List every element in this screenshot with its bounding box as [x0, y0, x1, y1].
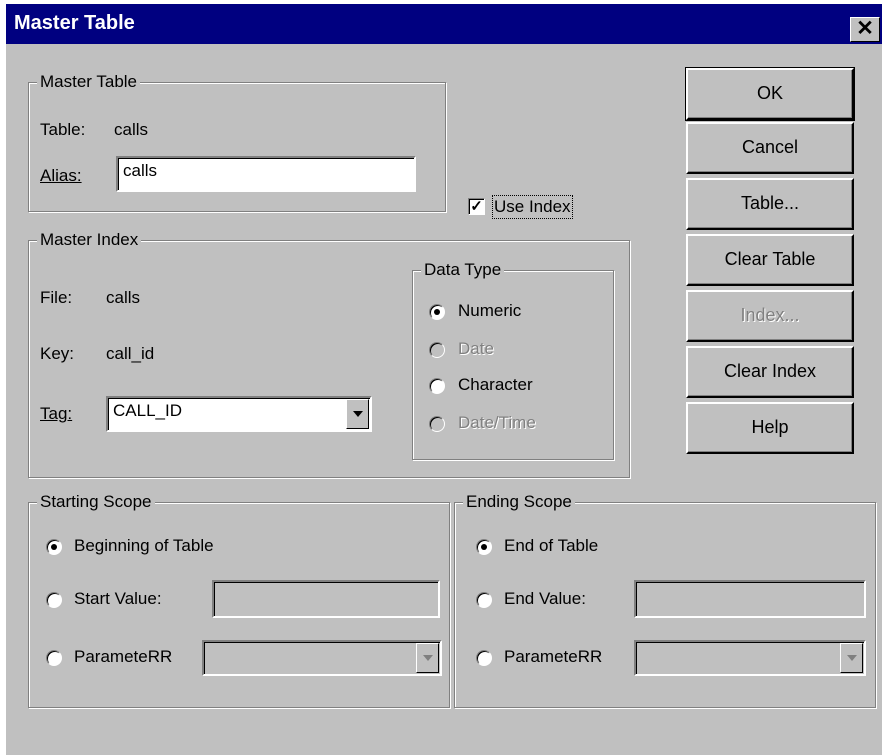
close-icon[interactable]: ✕: [850, 17, 880, 42]
start-value-label[interactable]: Start Value:: [74, 589, 162, 609]
beginning-of-table-label[interactable]: Beginning of Table: [74, 536, 214, 556]
table-button-label: Table...: [740, 193, 800, 213]
start-value-input: [212, 580, 440, 618]
radio-end-of-table[interactable]: [476, 539, 492, 555]
radio-numeric-label[interactable]: Numeric: [458, 301, 521, 321]
clear-table-button[interactable]: Clear Table: [686, 234, 854, 286]
radio-character-label[interactable]: Character: [458, 375, 533, 395]
master-table-group: Master Table: [28, 72, 446, 212]
radio-datetime: [429, 416, 445, 432]
file-value: calls: [106, 288, 141, 307]
starting-scope-legend: Starting Scope: [37, 492, 155, 512]
radio-numeric[interactable]: [429, 304, 445, 320]
master-index-legend: Master Index: [37, 230, 142, 250]
chevron-down-icon[interactable]: [346, 399, 369, 429]
end-parameter-label[interactable]: ParameteRR: [504, 647, 602, 667]
clear-index-button-label: Clear Index: [723, 361, 817, 381]
radio-date-label: Date: [458, 339, 494, 358]
tag-select-value: CALL_ID: [113, 401, 182, 420]
start-parameter-label[interactable]: ParameteRR: [74, 647, 172, 667]
data-type-legend: Data Type: [421, 260, 505, 280]
end-value-label[interactable]: End Value:: [504, 589, 586, 609]
radio-end-value[interactable]: [476, 592, 492, 608]
ok-button-label: OK: [756, 83, 783, 103]
chevron-down-icon: [840, 643, 863, 673]
table-label: Table:: [40, 120, 86, 139]
use-index-label[interactable]: Use Index: [492, 195, 573, 219]
cancel-button[interactable]: Cancel: [686, 122, 854, 174]
key-value: call_id: [106, 344, 155, 363]
window-title: Master Table: [14, 12, 135, 34]
radio-beginning-of-table[interactable]: [46, 539, 62, 555]
cancel-button-label: Cancel: [741, 137, 799, 157]
index-button-label: Index...: [740, 305, 800, 325]
table-value: calls: [114, 120, 149, 139]
radio-character[interactable]: [429, 378, 445, 394]
title-bar[interactable]: Master Table ✕: [6, 4, 882, 44]
radio-datetime-label: Date/Time: [458, 413, 536, 432]
index-button: Index...: [686, 290, 854, 342]
key-label: Key:: [40, 344, 75, 363]
table-button[interactable]: Table...: [686, 178, 854, 230]
ok-button[interactable]: OK: [685, 67, 855, 121]
end-parameter-select: [634, 640, 866, 676]
file-label: File:: [40, 288, 73, 307]
end-value-input: [634, 580, 866, 618]
chevron-down-icon: [416, 643, 439, 673]
radio-start-value[interactable]: [46, 592, 62, 608]
radio-date: [429, 342, 445, 358]
clear-index-button[interactable]: Clear Index: [686, 346, 854, 398]
master-table-legend: Master Table: [37, 72, 141, 92]
tag-label: Tag:: [40, 404, 73, 423]
tag-select[interactable]: CALL_ID: [106, 396, 372, 432]
alias-label: Alias:: [40, 166, 82, 185]
radio-end-parameter[interactable]: [476, 650, 492, 666]
ending-scope-legend: Ending Scope: [463, 492, 575, 512]
end-of-table-label[interactable]: End of Table: [504, 536, 598, 556]
master-table-dialog: Master Table ✕ Master Table Table: calls…: [6, 4, 882, 755]
alias-input[interactable]: calls: [116, 156, 416, 192]
radio-start-parameter[interactable]: [46, 650, 62, 666]
clear-table-button-label: Clear Table: [724, 249, 816, 269]
start-parameter-select: [202, 640, 442, 676]
help-button-label: Help: [751, 417, 789, 437]
use-index-checkbox[interactable]: ✓: [468, 198, 485, 215]
help-button[interactable]: Help: [686, 402, 854, 454]
